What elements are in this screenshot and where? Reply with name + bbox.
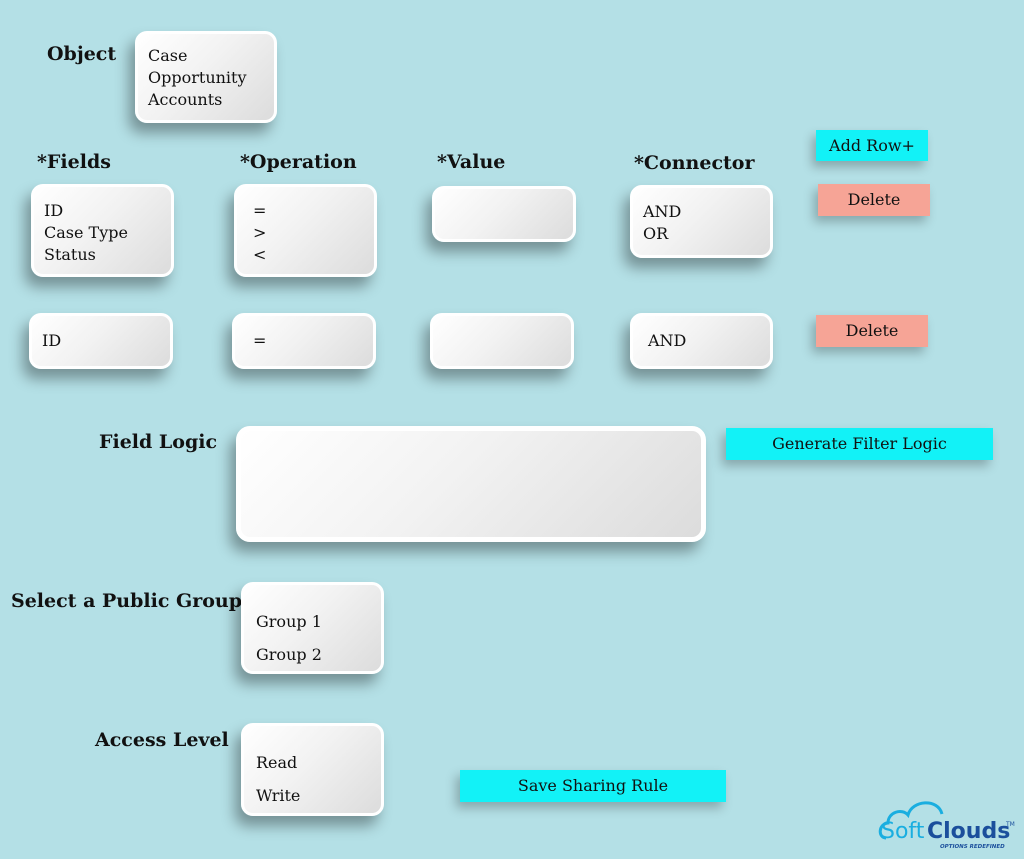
object-select[interactable]: Case Opportunity Accounts (135, 31, 277, 123)
selected-connector: AND (648, 331, 687, 350)
softclouds-logo: Soft Clouds TM OPTIONS REDEFINED (878, 798, 1018, 854)
option-read[interactable]: Read (256, 746, 371, 779)
svg-text:TM: TM (1005, 821, 1015, 828)
connector-select-row2[interactable]: AND (630, 313, 773, 369)
field-logic-label: Field Logic (99, 431, 218, 453)
option-id[interactable]: ID (44, 200, 161, 222)
operation-select-row1[interactable]: = > < (234, 184, 377, 277)
svg-text:Clouds: Clouds (927, 819, 1010, 844)
option-group-1[interactable]: Group 1 (256, 605, 371, 638)
object-label: Object (47, 43, 117, 65)
public-group-select[interactable]: Group 1 Group 2 (241, 582, 384, 674)
value-input-row1[interactable] (432, 186, 576, 242)
option-greater[interactable]: > (253, 222, 364, 244)
option-and[interactable]: AND (643, 201, 760, 223)
operation-header: *Operation (240, 151, 357, 173)
option-less[interactable]: < (253, 244, 364, 266)
svg-text:Soft: Soft (881, 819, 925, 844)
save-sharing-rule-button[interactable]: Save Sharing Rule (460, 770, 726, 802)
connector-header: *Connector (634, 152, 755, 174)
add-row-button[interactable]: Add Row+ (816, 130, 928, 161)
selected-operation: = (253, 331, 267, 350)
value-header: *Value (437, 151, 506, 173)
field-logic-textarea[interactable] (236, 426, 706, 542)
generate-filter-logic-button[interactable]: Generate Filter Logic (726, 428, 993, 460)
delete-button-row1[interactable]: Delete (818, 184, 930, 216)
public-group-label: Select a Public Group (11, 590, 243, 612)
fields-header: *Fields (37, 151, 111, 173)
option-opportunity[interactable]: Opportunity (148, 67, 264, 89)
option-case-type[interactable]: Case Type (44, 222, 161, 244)
option-write[interactable]: Write (256, 779, 371, 812)
option-accounts[interactable]: Accounts (148, 89, 264, 111)
cloud-icon: Soft Clouds TM OPTIONS REDEFINED (878, 801, 1015, 850)
value-input-row2[interactable] (430, 313, 574, 369)
option-or[interactable]: OR (643, 223, 760, 245)
operation-select-row2[interactable]: = (232, 313, 376, 369)
svg-text:OPTIONS REDEFINED: OPTIONS REDEFINED (940, 844, 1005, 850)
access-level-select[interactable]: Read Write (241, 723, 384, 816)
delete-button-row2[interactable]: Delete (816, 315, 928, 347)
option-equals[interactable]: = (253, 200, 364, 222)
option-case[interactable]: Case (148, 45, 264, 67)
fields-select-row1[interactable]: ID Case Type Status (31, 184, 174, 277)
selected-field: ID (42, 331, 62, 350)
option-group-2[interactable]: Group 2 (256, 638, 371, 671)
connector-select-row1[interactable]: AND OR (630, 185, 773, 258)
access-level-label: Access Level (95, 729, 229, 751)
fields-select-row2[interactable]: ID (29, 313, 173, 369)
option-status[interactable]: Status (44, 244, 161, 266)
